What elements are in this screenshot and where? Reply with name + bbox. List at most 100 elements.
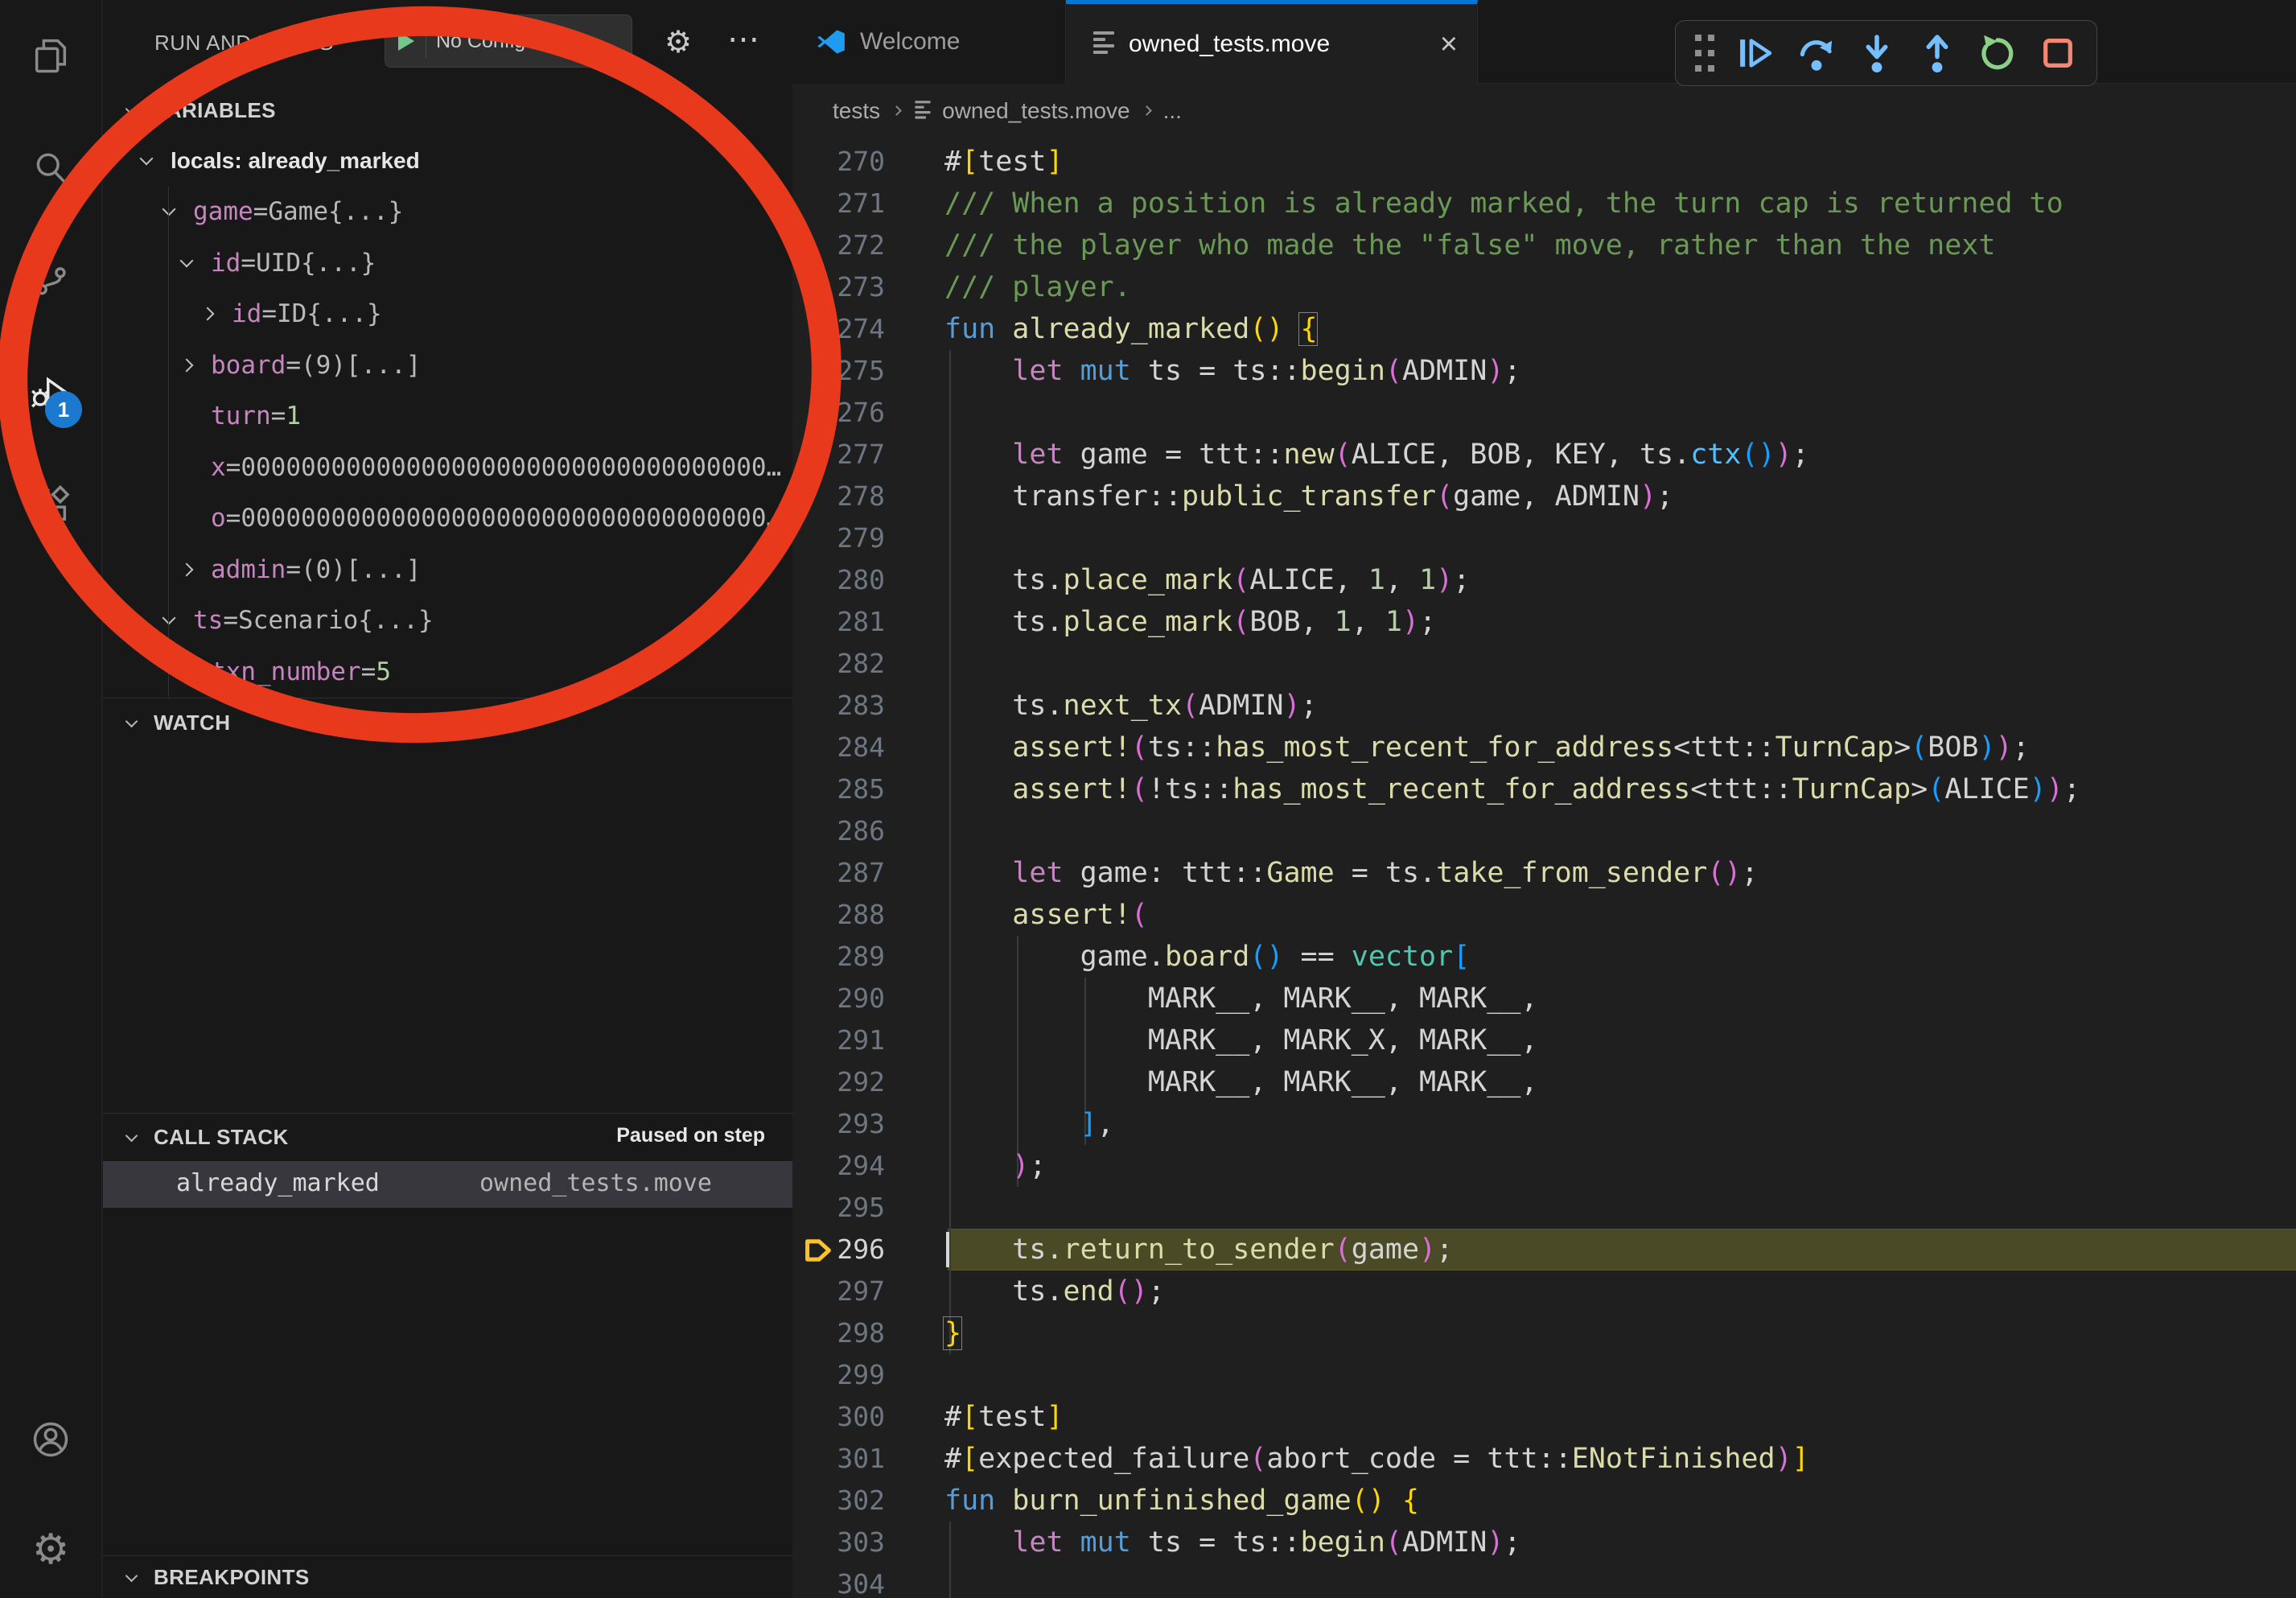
debug-settings-gear-icon[interactable]: ⚙ <box>665 24 692 60</box>
code-line[interactable]: 286 <box>792 810 2296 852</box>
chevron-down-icon <box>546 31 561 46</box>
code-line[interactable]: 283 ts.next_tx(ADMIN); <box>792 685 2296 727</box>
code-line[interactable]: 288 assert!( <box>792 894 2296 936</box>
code-line[interactable]: 277 let game = ttt::new(ALICE, BOB, KEY,… <box>792 434 2296 476</box>
tab-welcome[interactable]: Welcome <box>792 0 1066 84</box>
editor-group: Welcome owned_tests.move × tests owned_t… <box>792 0 2296 1598</box>
code-line-text: /// the player who made the "false" move… <box>944 224 1995 266</box>
code-line[interactable]: 278 transfer::public_transfer(game, ADMI… <box>792 476 2296 517</box>
line-number: 293 <box>792 1103 885 1145</box>
account-icon[interactable] <box>30 1419 72 1460</box>
search-icon[interactable] <box>30 147 72 189</box>
chevron-right-icon[interactable] <box>182 360 211 370</box>
code-line-text: fun already_marked() { <box>944 308 1318 350</box>
line-number: 302 <box>792 1480 885 1522</box>
code-line-text: ts.next_tx(ADMIN); <box>944 685 1318 727</box>
debug-badge: 1 <box>45 391 82 428</box>
stop-button[interactable] <box>2039 33 2076 73</box>
code-line[interactable]: 304 <box>792 1563 2296 1598</box>
variable-row[interactable]: game = Game{...} <box>103 187 792 238</box>
debug-config-dropdown[interactable]: No Configur <box>385 14 632 68</box>
code-line[interactable]: 284 assert!(ts::has_most_recent_for_addr… <box>792 727 2296 768</box>
code-line[interactable]: 293 ], <box>792 1103 2296 1145</box>
equals-sign: = <box>241 249 256 278</box>
code-line[interactable]: 280 ts.place_mark(ALICE, 1, 1); <box>792 559 2296 601</box>
equals-sign: = <box>223 606 238 635</box>
locals-scope-label: locals: already_marked <box>171 148 420 174</box>
line-number: 292 <box>792 1061 885 1103</box>
code-line[interactable]: 282 <box>792 643 2296 685</box>
variable-row[interactable]: id = ID{...} <box>103 289 792 340</box>
breakpoints-section-header[interactable]: BREAKPOINTS <box>103 1555 792 1598</box>
code-line[interactable]: 296 ts.return_to_sender(game); <box>792 1229 2296 1271</box>
code-line[interactable]: 295 <box>792 1187 2296 1229</box>
chevron-down-icon[interactable] <box>142 159 171 163</box>
code-line[interactable]: 279 <box>792 517 2296 559</box>
code-line[interactable]: 303 let mut ts = ts::begin(ADMIN); <box>792 1522 2296 1563</box>
variable-row[interactable]: turn = 1 <box>103 391 792 443</box>
code-line[interactable]: 297 ts.end(); <box>792 1271 2296 1312</box>
code-line[interactable]: 271/// When a position is already marked… <box>792 183 2296 224</box>
code-line[interactable]: 285 assert!(!ts::has_most_recent_for_add… <box>792 768 2296 810</box>
extensions-icon[interactable] <box>30 484 72 526</box>
continue-button[interactable] <box>1738 33 1775 73</box>
explorer-icon[interactable] <box>30 35 72 76</box>
variable-name: x <box>211 453 226 482</box>
line-number: 273 <box>792 266 885 308</box>
tab-owned-tests-move[interactable]: owned_tests.move × <box>1066 0 1478 84</box>
drag-handle-icon[interactable] <box>1695 33 1714 73</box>
code-line[interactable]: 301#[expected_failure(abort_code = ttt::… <box>792 1438 2296 1480</box>
code-line[interactable]: 291 MARK__, MARK_X, MARK__, <box>792 1019 2296 1061</box>
code-line[interactable]: 289 game.board() == vector[ <box>792 936 2296 978</box>
variable-row[interactable]: admin = (0)[...] <box>103 544 792 595</box>
variable-row[interactable]: o = 000000000000000000000000000000000000… <box>103 493 792 545</box>
code-line[interactable]: 292 MARK__, MARK__, MARK__, <box>792 1061 2296 1103</box>
code-line[interactable]: 302fun burn_unfinished_game() { <box>792 1480 2296 1522</box>
code-line[interactable]: 287 let game: ttt::Game = ts.take_from_s… <box>792 852 2296 894</box>
breadcrumb-file[interactable]: owned_tests.move <box>942 98 1129 124</box>
code-editor[interactable]: 270#[test]271/// When a position is alre… <box>792 138 2296 1598</box>
chevron-right-icon[interactable] <box>203 309 232 319</box>
start-debug-icon[interactable] <box>398 31 414 51</box>
variable-row[interactable]: x = 000000000000000000000000000000000000… <box>103 442 792 493</box>
chevron-right-icon <box>891 105 902 116</box>
more-actions-icon[interactable]: ⋯ <box>727 21 759 58</box>
variable-name: board <box>211 351 286 380</box>
source-control-icon[interactable] <box>30 257 72 299</box>
breadcrumb-tests[interactable]: tests <box>833 98 880 124</box>
code-line[interactable]: 275 let mut ts = ts::begin(ADMIN); <box>792 350 2296 392</box>
close-tab-icon[interactable]: × <box>1440 32 1458 56</box>
code-line-text: ts.place_mark(ALICE, 1, 1); <box>944 559 1470 601</box>
variable-row[interactable]: board = (9)[...] <box>103 340 792 391</box>
variable-row[interactable]: txn_number = 5 <box>103 646 792 698</box>
variable-row[interactable]: ts = Scenario{...} <box>103 595 792 647</box>
watch-section-header[interactable]: WATCH <box>103 698 792 748</box>
code-line[interactable]: 294 ); <box>792 1145 2296 1187</box>
code-line[interactable]: 281 ts.place_mark(BOB, 1, 1); <box>792 601 2296 643</box>
variables-section-header[interactable]: VARIABLES <box>103 85 792 135</box>
chevron-right-icon[interactable] <box>182 565 211 575</box>
code-line[interactable]: 273/// player. <box>792 266 2296 308</box>
code-line[interactable]: 274fun already_marked() { <box>792 308 2296 350</box>
code-line[interactable]: 299 <box>792 1354 2296 1396</box>
variable-value: (0)[...] <box>301 555 792 584</box>
restart-button[interactable] <box>1979 33 2016 73</box>
code-line-text: #[test] <box>944 1396 1064 1438</box>
step-out-button[interactable] <box>1919 33 1956 73</box>
variable-row[interactable]: id = UID{...} <box>103 237 792 289</box>
variable-row[interactable]: locals: already_marked <box>103 135 792 187</box>
code-line[interactable]: 290 MARK__, MARK__, MARK__, <box>792 978 2296 1019</box>
code-line-text: MARK__, MARK__, MARK__, <box>944 1061 1538 1103</box>
code-line[interactable]: 300#[test] <box>792 1396 2296 1438</box>
call-stack-frame-row[interactable]: already_markedowned_tests.move <box>103 1161 792 1208</box>
code-line[interactable]: 276 <box>792 392 2296 434</box>
code-line[interactable]: 298} <box>792 1312 2296 1354</box>
breadcrumb-symbol[interactable]: ... <box>1163 98 1182 124</box>
chevron-down-icon[interactable] <box>182 261 211 266</box>
step-into-button[interactable] <box>1858 33 1895 73</box>
settings-gear-icon[interactable]: ⚙ <box>30 1529 72 1571</box>
code-line[interactable]: 272/// the player who made the "false" m… <box>792 224 2296 266</box>
code-line[interactable]: 270#[test] <box>792 141 2296 183</box>
variable-name: o <box>211 504 226 533</box>
step-over-button[interactable] <box>1798 33 1835 73</box>
